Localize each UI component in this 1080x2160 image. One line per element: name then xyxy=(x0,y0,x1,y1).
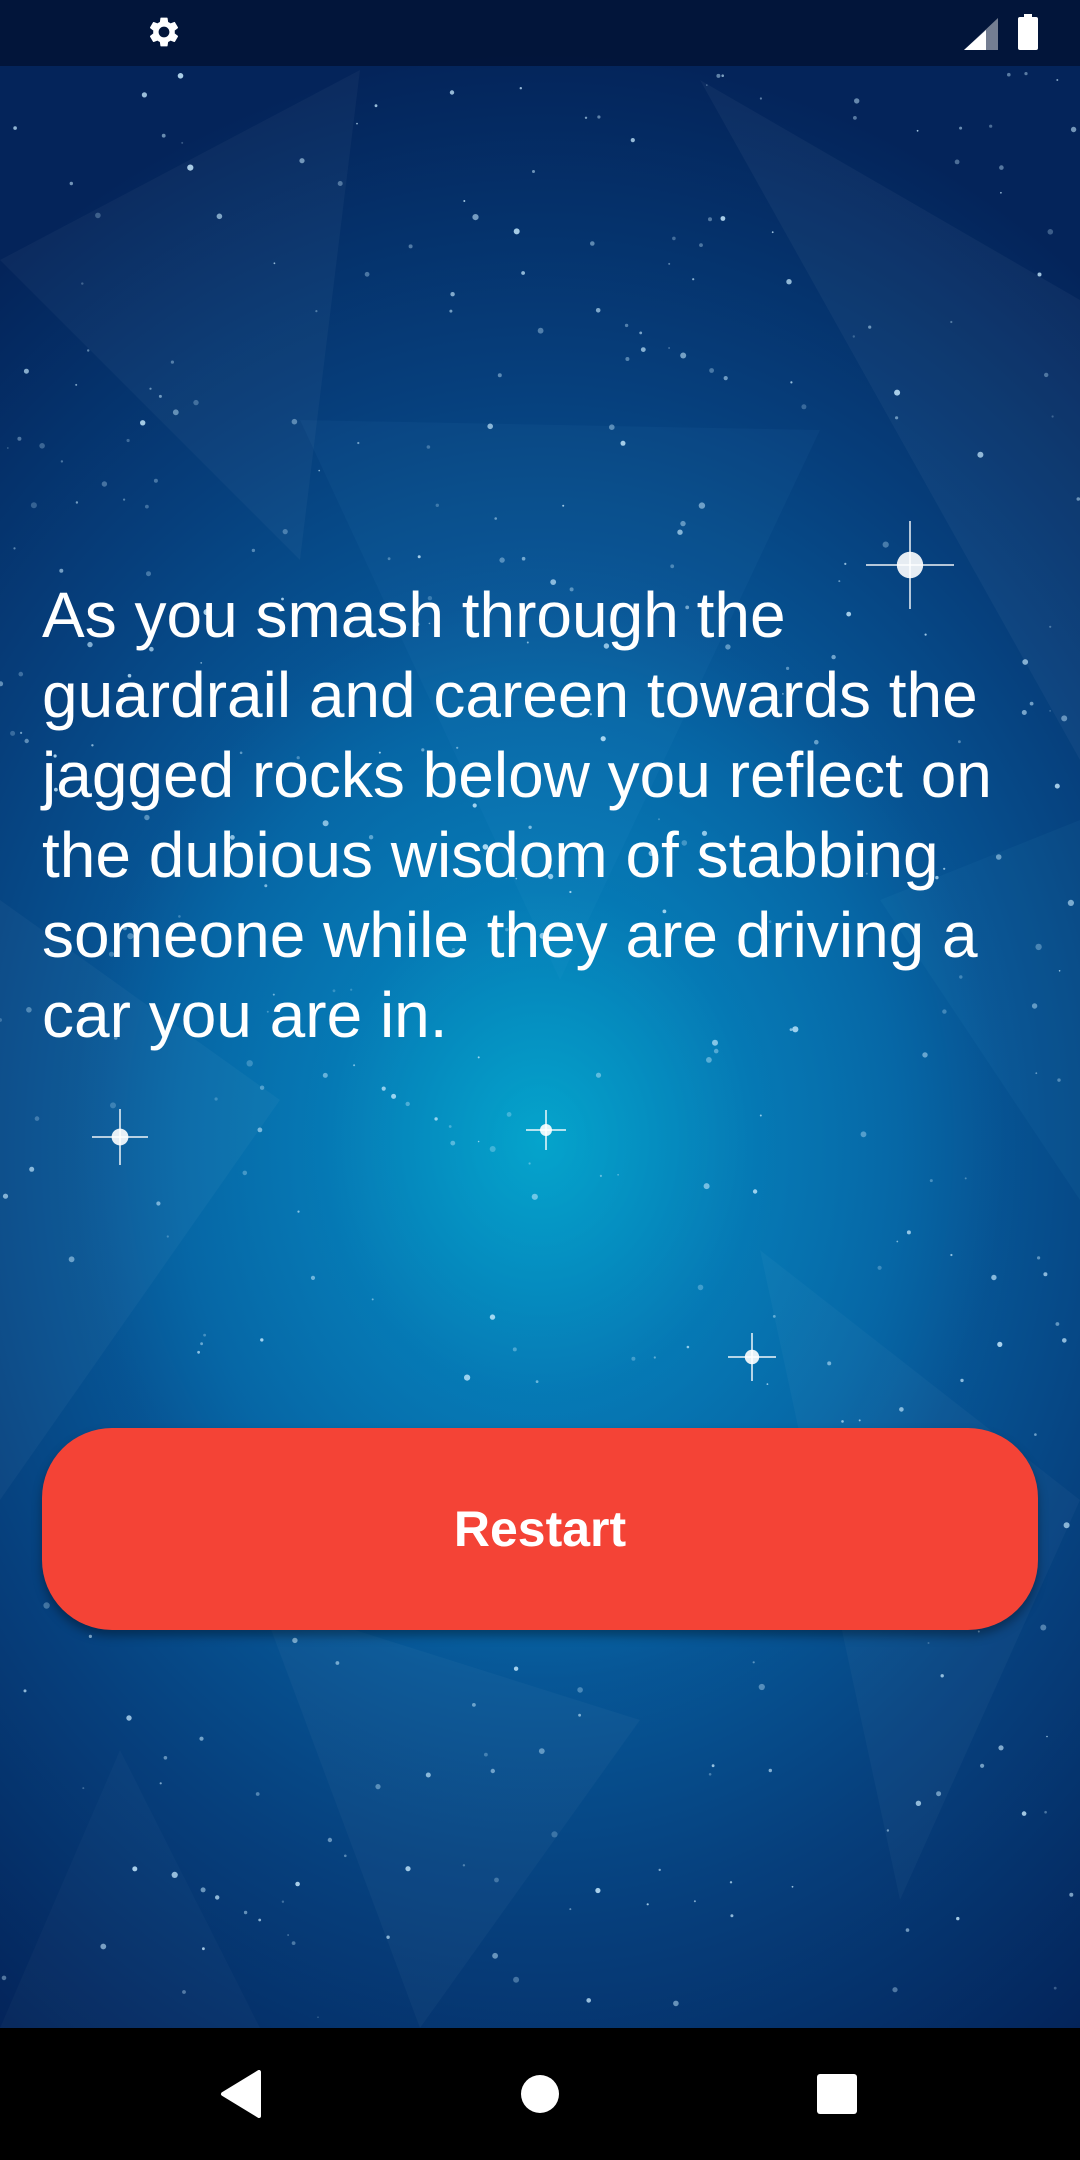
back-triangle-icon xyxy=(221,2070,261,2118)
battery-icon xyxy=(1018,14,1038,50)
recents-square-icon xyxy=(817,2074,857,2114)
story-text: As you smash through the guardrail and c… xyxy=(42,579,992,1051)
status-bar xyxy=(0,0,1080,66)
game-screen: As you smash through the guardrail and c… xyxy=(0,0,1080,2160)
home-circle-icon xyxy=(521,2075,559,2113)
nav-back-button[interactable] xyxy=(205,2058,277,2130)
restart-button[interactable]: Restart xyxy=(42,1428,1038,1630)
nav-home-button[interactable] xyxy=(504,2058,576,2130)
navigation-bar xyxy=(0,2028,1080,2160)
nav-recents-button[interactable] xyxy=(801,2058,873,2130)
gear-icon[interactable] xyxy=(146,14,182,50)
cellular-signal-icon xyxy=(964,18,998,50)
restart-button-label: Restart xyxy=(453,1501,627,1557)
